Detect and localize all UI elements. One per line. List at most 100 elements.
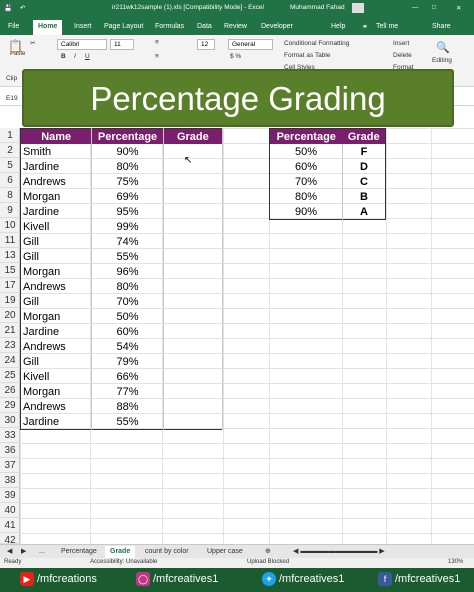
cell-name[interactable]: Andrews [20,279,93,294]
name-box[interactable]: E19 [6,95,18,102]
status-upload[interactable]: Upload Blocked [247,559,289,565]
cell-grade[interactable] [163,219,224,234]
header-grade[interactable]: Grade [342,128,386,144]
cell-name[interactable]: Smith [20,144,93,159]
clipboard-icon[interactable]: 📋 [8,39,23,53]
row-number[interactable]: 1 [0,128,20,143]
row-number[interactable]: 9 [0,203,20,218]
cell-percentage[interactable]: 54% [91,339,164,354]
cell-name[interactable]: Morgan [20,384,93,399]
cell-name[interactable]: Morgan [20,309,93,324]
row-number[interactable]: 13 [0,248,20,263]
cell-percentage[interactable]: 79% [91,354,164,369]
row-number[interactable]: 26 [0,383,20,398]
number-format-select[interactable]: General [228,39,273,50]
row-number[interactable]: 15 [0,263,20,278]
row-number[interactable]: 20 [0,308,20,323]
search-icon[interactable]: 🔍 [436,41,450,54]
tab-page-layout[interactable]: Page Layout [104,23,143,30]
cell-grade[interactable] [163,279,224,294]
sheet-tab-percentage[interactable]: Percentage [56,546,102,558]
row-number[interactable]: 8 [0,188,20,203]
row-number[interactable]: 42 [0,533,20,546]
cell-grade[interactable] [163,144,224,159]
header-percentage[interactable]: Percentage [91,128,164,144]
align-top-icon[interactable]: ≡ [155,39,159,46]
row-number[interactable]: 5 [0,158,20,173]
cell-grade[interactable] [163,414,224,430]
user-name[interactable]: Muhammad Fahad [290,4,345,11]
cell-grade[interactable] [163,294,224,309]
cell-name[interactable]: Morgan [20,189,93,204]
cell-grade[interactable]: B [343,189,386,204]
cell-percentage[interactable]: 70% [269,174,343,189]
youtube-link[interactable]: ▶/mfcreations [20,572,97,586]
cell-percentage[interactable]: 60% [269,159,343,174]
font-name-select[interactable]: Calibri [57,39,107,50]
row-number[interactable]: 25 [0,368,20,383]
cell-name[interactable]: Jardine [20,324,93,339]
cell-grade[interactable] [163,204,224,219]
cell-percentage[interactable]: 50% [91,309,164,324]
cell-name[interactable]: Andrews [20,399,93,414]
row-number[interactable]: 37 [0,458,20,473]
cell-grade[interactable] [163,159,224,174]
minimize-icon[interactable]: — [412,4,419,11]
cell-grade[interactable]: A [343,204,386,220]
cell-grade[interactable] [163,249,224,264]
header-grade[interactable]: Grade [163,128,224,144]
cell-percentage[interactable]: 96% [91,264,164,279]
cell-name[interactable]: Jardine [20,159,93,174]
row-number[interactable]: 24 [0,353,20,368]
row-number[interactable]: 6 [0,173,20,188]
row-number[interactable]: 17 [0,278,20,293]
cell-percentage[interactable]: 55% [91,249,164,264]
tab-formulas[interactable]: Formulas [155,23,184,30]
align-left-icon[interactable]: ≡ [155,53,159,60]
cell-percentage[interactable]: 74% [91,234,164,249]
cell-grade[interactable] [163,399,224,414]
cell-grade[interactable] [163,354,224,369]
row-number[interactable]: 33 [0,428,20,443]
conditional-formatting-button[interactable]: Conditional Formatting [284,40,349,47]
sheet-tab-upper-case[interactable]: Upper case [202,546,248,558]
cell-name[interactable]: Jardine [20,204,93,219]
cell-grade[interactable] [163,384,224,399]
tab-data[interactable]: Data [197,23,212,30]
row-number[interactable]: 29 [0,398,20,413]
row-number[interactable]: 10 [0,218,20,233]
row-number[interactable]: 19 [0,293,20,308]
tab-review[interactable]: Review [224,23,247,30]
cell-name[interactable]: Gill [20,294,93,309]
cell-name[interactable]: Kivell [20,219,93,234]
cell-percentage[interactable]: 99% [91,219,164,234]
cell-percentage[interactable]: 90% [91,144,164,159]
cell-grade[interactable] [163,264,224,279]
undo-icon[interactable]: ↶ [20,4,25,12]
cell-name[interactable]: Gill [20,234,93,249]
share-button[interactable]: Share [432,23,451,30]
tab-file[interactable]: File [8,23,19,30]
cell-percentage[interactable]: 95% [91,204,164,219]
row-number[interactable]: 36 [0,443,20,458]
cell-name[interactable]: Gill [20,354,93,369]
cell-percentage[interactable]: 50% [269,144,343,159]
tab-insert[interactable]: Insert [74,23,92,30]
scroll-prev-icon[interactable]: ▶ [16,546,31,558]
cell-grade[interactable] [163,309,224,324]
bold-button[interactable]: B [61,53,66,60]
cell-percentage[interactable]: 55% [91,414,164,430]
tell-me[interactable]: Tell me [376,23,398,30]
save-icon[interactable]: 💾 [4,4,12,12]
row-number[interactable]: 30 [0,413,20,428]
more-sheets-icon[interactable]: ... [34,546,50,558]
cell-name[interactable]: Gill [20,249,93,264]
cell-percentage[interactable]: 80% [91,279,164,294]
sheet-tab-count-by-color[interactable]: count by color [140,546,194,558]
horizontal-scrollbar[interactable]: ◀ ▬▬▬▬▬▬▬▬▬▬▬ ▶ [288,546,390,558]
delete-button[interactable]: Delete [393,52,412,59]
underline-button[interactable]: U [85,53,90,60]
cut-icon[interactable]: ✂ [30,39,35,47]
italic-button[interactable]: I [74,53,76,60]
editing-button[interactable]: Editing [432,57,452,64]
